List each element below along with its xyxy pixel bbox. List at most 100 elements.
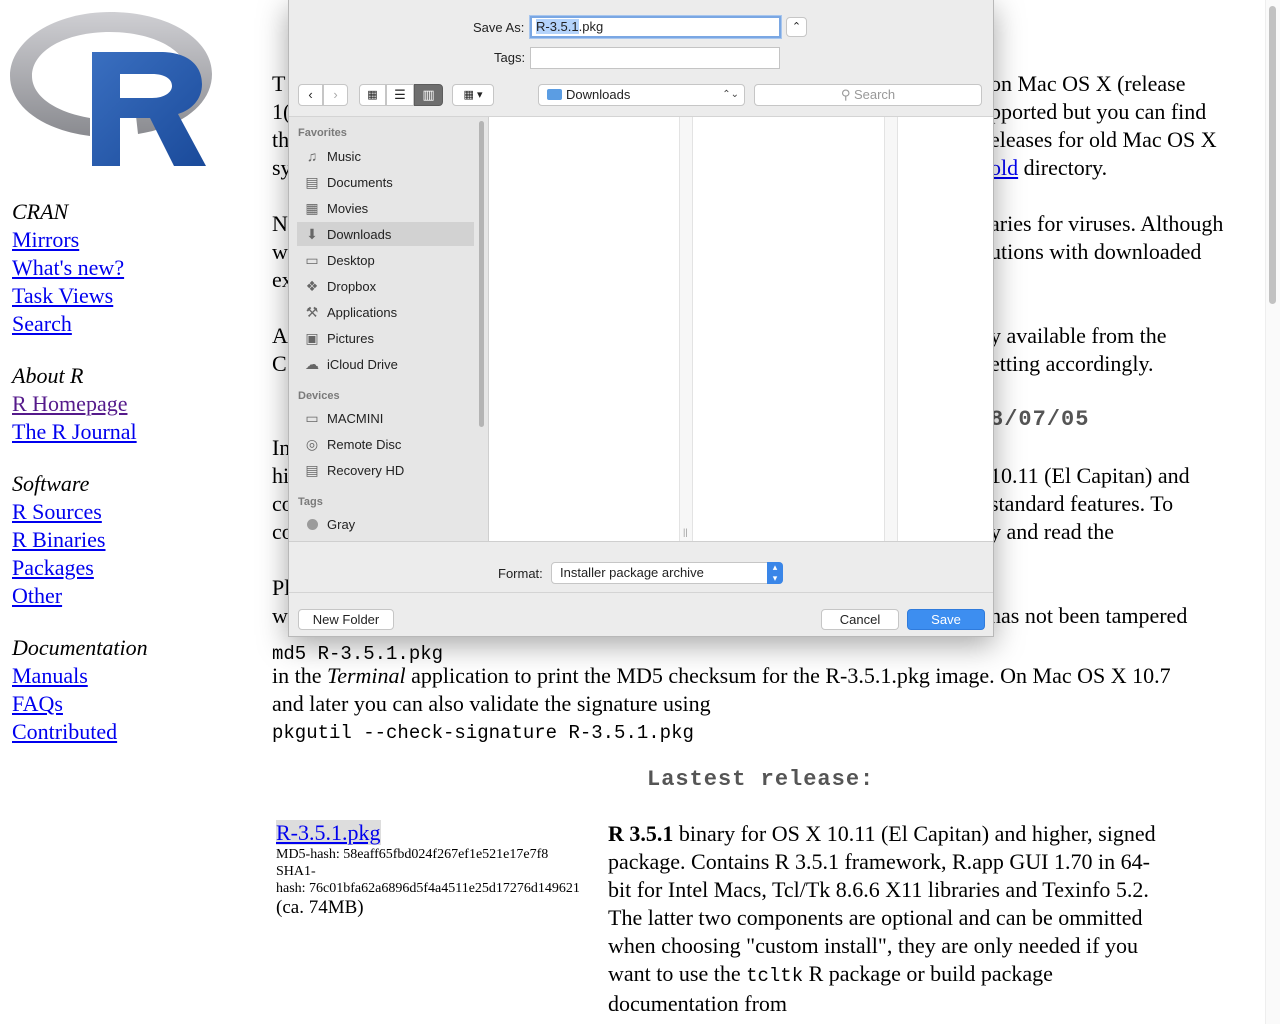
- page-text-fragment: [990, 546, 1270, 574]
- sidebar-link-r-sources[interactable]: R Sources: [12, 498, 148, 526]
- sidebar-link-contributed[interactable]: Contributed: [12, 718, 148, 746]
- list-icon: ☰: [394, 87, 406, 102]
- sidebar-item-dropbox[interactable]: ❖ Dropbox: [303, 274, 473, 298]
- icon-view-button[interactable]: ▦: [359, 84, 386, 106]
- column-resize-grip[interactable]: ||: [683, 527, 688, 537]
- r-logo: [10, 12, 212, 166]
- sidebar-item-applications[interactable]: ⚒ Applications: [303, 300, 473, 324]
- page-text-fragment: y available from the: [990, 323, 1167, 348]
- page-text-fragment: aries for viruses. Although: [990, 211, 1224, 236]
- forward-button[interactable]: ›: [323, 84, 348, 106]
- sidebar-item-label: Pictures: [327, 331, 374, 346]
- disc-icon: ◎: [305, 436, 319, 452]
- sidebar-item-label: Gray: [327, 517, 356, 532]
- scrollbar-thumb[interactable]: [1269, 6, 1276, 304]
- sidebar-item-label: Music: [327, 149, 361, 164]
- sidebar-item-label: Downloads: [327, 227, 392, 242]
- sidebar-item-remote-disc[interactable]: ◎ Remote Disc: [303, 432, 473, 456]
- old-directory-link[interactable]: old: [990, 155, 1018, 180]
- page-text-fragment: old directory.: [990, 155, 1108, 180]
- collapse-chevron-button[interactable]: ⌃: [786, 17, 807, 37]
- folder-icon: [547, 89, 562, 100]
- dropbox-icon: ❖: [305, 278, 319, 294]
- save-as-label: Save As:: [473, 20, 525, 35]
- page-text-fragment: [990, 434, 1270, 462]
- page-text-right-fragments: on Mac OS X (release pported but you can …: [990, 70, 1270, 630]
- sidebar-item-pictures[interactable]: ▣ Pictures: [303, 326, 473, 350]
- page-text-fragment: eleases for old Mac OS X: [990, 127, 1217, 152]
- sidebar-link-r-homepage[interactable]: R Homepage: [12, 390, 148, 418]
- updown-arrows-icon: ⌃⌄: [722, 89, 739, 100]
- sidebar-item-music[interactable]: ♫ Music: [303, 144, 473, 168]
- music-icon: ♫: [306, 148, 318, 164]
- save-as-field[interactable]: R-3.5.1.pkg: [530, 16, 781, 38]
- column-divider[interactable]: [679, 117, 693, 541]
- sidebar-item-macmini[interactable]: ▭ MACMINI: [303, 406, 473, 430]
- save-button[interactable]: Save: [907, 609, 985, 630]
- md5-hash: MD5-hash: 58eaff65fbd024f267ef1e521e17e7…: [276, 847, 549, 862]
- sidebar-link-task-views[interactable]: Task Views: [12, 282, 148, 310]
- sidebar-item-desktop[interactable]: ▭ Desktop: [303, 248, 473, 272]
- page-text-fragment: [990, 378, 1270, 406]
- search-field[interactable]: ⚲ Search: [754, 84, 982, 106]
- sidebar-item-downloads[interactable]: ⬇ Downloads: [297, 222, 474, 246]
- tags-field[interactable]: [530, 47, 780, 69]
- page-text-fragment: [990, 294, 1270, 322]
- sidebar-item-gray[interactable]: Gray: [303, 512, 473, 536]
- column-view-button[interactable]: ▥: [414, 84, 443, 106]
- column-browser[interactable]: ||: [489, 117, 993, 541]
- desktop-icon: ▭: [305, 252, 319, 268]
- list-view-button[interactable]: ☰: [386, 84, 414, 106]
- page-scrollbar[interactable]: [1265, 0, 1280, 1024]
- file-size: (ca. 74MB): [276, 897, 364, 918]
- computer-icon: ▭: [305, 410, 319, 426]
- release-download-link[interactable]: R-3.5.1.pkg: [276, 820, 381, 845]
- page-text-fragment: [990, 574, 1270, 602]
- sidebar-item-label: Movies: [327, 201, 369, 216]
- sidebar-item-recovery-hd[interactable]: ▤ Recovery HD: [303, 458, 473, 482]
- arrange-button[interactable]: ▦ ▾: [452, 84, 494, 106]
- sidebar-link-mirrors[interactable]: Mirrors: [12, 226, 148, 254]
- search-icon: ⚲: [840, 87, 851, 102]
- back-button[interactable]: ‹: [298, 84, 323, 106]
- sidebar-group-title: CRAN: [12, 199, 69, 224]
- sidebar-group: About RR Homepage The R Journal: [12, 362, 148, 446]
- format-bar: Format: Installer package archive ▴ ▾: [289, 541, 993, 593]
- sidebar-link-faqs[interactable]: FAQs: [12, 690, 148, 718]
- pkgutil-command: pkgutil --check-signature R-3.5.1.pkg: [272, 722, 694, 744]
- sidebar-link-manuals[interactable]: Manuals: [12, 662, 148, 690]
- dialog-toolbar: ‹ › ▦ ☰ ▥ ▦ ▾ Downloads ⌃⌄ ⚲ Search: [289, 80, 993, 117]
- pictures-icon: ▣: [305, 330, 319, 346]
- cloud-icon: ☁: [305, 356, 319, 372]
- documents-icon: ▤: [305, 174, 319, 190]
- sidebar-item-label: Desktop: [327, 253, 375, 268]
- release-description: R 3.5.1 binary for OS X 10.11 (El Capita…: [608, 821, 1156, 1016]
- column-divider[interactable]: [884, 117, 898, 541]
- sidebar-link-the-r-journal[interactable]: The R Journal: [12, 418, 148, 446]
- sidebar-group: Software R Sources R Binaries Packages Other: [12, 470, 148, 610]
- sidebar-item-icloud-drive[interactable]: ☁ iCloud Drive: [303, 352, 473, 376]
- location-popup[interactable]: Downloads ⌃⌄: [538, 84, 745, 106]
- drive-icon: ▤: [305, 462, 319, 478]
- sidebar-item-label: Remote Disc: [327, 437, 402, 452]
- new-folder-button[interactable]: New Folder: [298, 609, 394, 630]
- sidebar-link-what-s-new[interactable]: What's new?: [12, 254, 148, 282]
- sidebar-group: CRAN Mirrors What's new? Task Views Search: [12, 198, 148, 338]
- release-file-info: R-3.5.1.pkg MD5-hash: 58eaff65fbd024f267…: [276, 820, 606, 919]
- sidebar-item-movies[interactable]: ▦ Movies: [303, 196, 473, 220]
- sidebar-link-r-binaries[interactable]: R Binaries: [12, 526, 148, 554]
- sidebar-link-packages[interactable]: Packages: [12, 554, 148, 582]
- sidebar-scrollbar[interactable]: [479, 121, 484, 427]
- sidebar-item-label: Recovery HD: [327, 463, 405, 478]
- sidebar-item-documents[interactable]: ▤ Documents: [303, 170, 473, 194]
- sidebar-link-other[interactable]: Other: [12, 582, 148, 610]
- sidebar-item-label: iCloud Drive: [327, 357, 398, 372]
- page-text-fragment: pported but you can find: [990, 99, 1207, 124]
- tags-header: Tags: [298, 496, 323, 508]
- grid-icon: ▦: [367, 89, 378, 101]
- finder-sidebar: Favorites ♫ Music ▤ Documents ▦ Movies ⬇ Downlo…: [289, 117, 489, 541]
- cancel-button[interactable]: Cancel: [821, 609, 899, 630]
- sidebar-link-search[interactable]: Search: [12, 310, 148, 338]
- sidebar-item-label: MACMINI: [327, 411, 384, 426]
- format-popup[interactable]: Installer package archive ▴ ▾: [551, 562, 783, 584]
